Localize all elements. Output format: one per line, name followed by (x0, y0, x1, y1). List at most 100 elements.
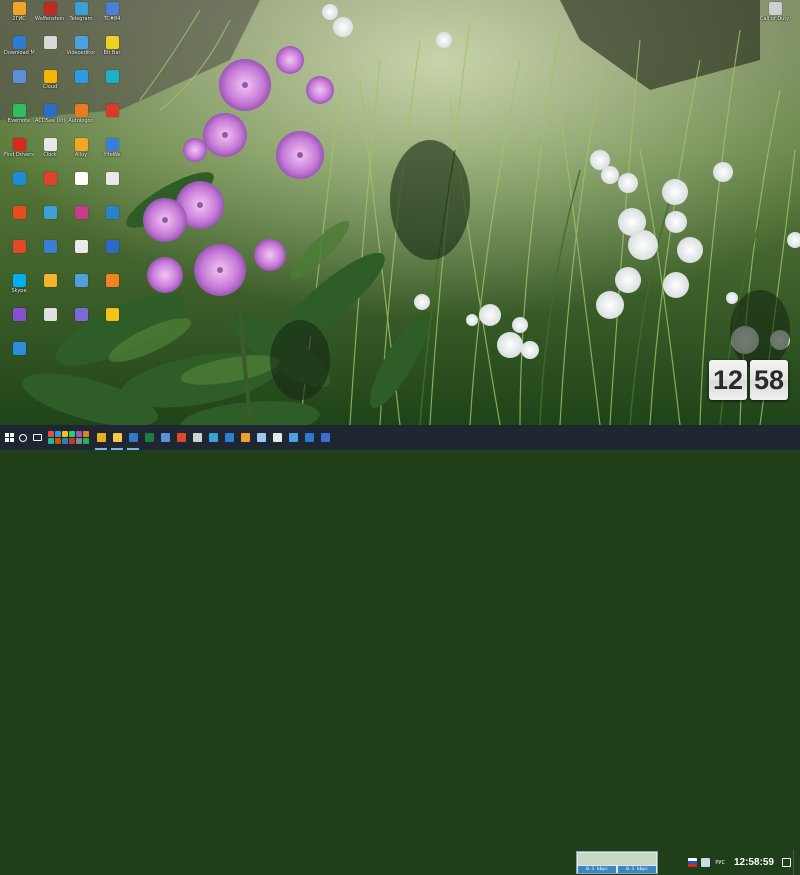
start-button[interactable] (2, 425, 16, 450)
taskbar-app-button[interactable] (301, 425, 317, 450)
desktop-icon[interactable]: TC#84 (97, 2, 127, 36)
app-icon (74, 308, 88, 321)
show-desktop-button[interactable] (793, 850, 800, 875)
app-icon (74, 274, 88, 287)
taskbar-app-button[interactable] (141, 425, 157, 450)
desktop-icon[interactable]: Alloy (66, 138, 96, 172)
app-icon (43, 308, 57, 321)
desktop-icon[interactable]: Cloud (35, 70, 65, 104)
app-icon (74, 2, 88, 15)
taskbar-app-button[interactable] (173, 425, 189, 450)
desktop-icon[interactable] (66, 308, 96, 342)
taskbar-app-button[interactable] (317, 425, 333, 450)
quick-launch-icon[interactable] (69, 431, 75, 437)
quick-launch-icon[interactable] (48, 431, 54, 437)
desktop-icon[interactable] (35, 240, 65, 274)
desktop-icon[interactable] (66, 70, 96, 104)
desktop-icon[interactable] (4, 70, 34, 104)
search-button[interactable] (16, 425, 30, 450)
app-icon (105, 2, 119, 15)
desktop-icon[interactable] (66, 240, 96, 274)
taskbar-app-button[interactable] (253, 425, 269, 450)
quick-launch-icon[interactable] (76, 431, 82, 437)
search-icon (19, 433, 27, 442)
desktop-icon[interactable] (35, 308, 65, 342)
taskbar-app-button[interactable] (205, 425, 221, 450)
desktop-icon[interactable]: Bit Bar (97, 36, 127, 70)
app-icon (12, 104, 26, 117)
taskbar-app-button[interactable] (237, 425, 253, 450)
quick-launch-icon[interactable] (83, 438, 89, 444)
desktop-icon[interactable] (97, 104, 127, 138)
explorer-icon (112, 433, 122, 442)
desktop-icon[interactable] (35, 36, 65, 70)
taskbar-app-button[interactable] (221, 425, 237, 450)
desktop-icon[interactable]: Videoeditor (66, 36, 96, 70)
desktop-icon[interactable]: Telegram (66, 2, 96, 36)
desktop-icon[interactable] (97, 206, 127, 240)
desktop-icon[interactable] (97, 172, 127, 206)
desktop-icon[interactable] (66, 274, 96, 308)
desktop-icon[interactable] (35, 274, 65, 308)
quick-launch-icon[interactable] (62, 431, 68, 437)
taskbar-app-button[interactable] (109, 425, 125, 450)
upload-rate: 0.1 kbps (618, 866, 656, 873)
desktop-icon[interactable] (4, 240, 34, 274)
desktop-icon[interactable] (35, 172, 65, 206)
app-icon (74, 138, 88, 151)
desktop-icon[interactable] (97, 274, 127, 308)
notification-icon[interactable] (782, 858, 791, 867)
app-icon (12, 172, 26, 185)
task-view-button[interactable] (30, 425, 44, 450)
app-icon (105, 36, 119, 49)
quick-launch-icon[interactable] (48, 438, 54, 444)
chrome-icon (96, 433, 106, 442)
desktop-icon[interactable]: Evernote (4, 104, 34, 138)
quick-launch-icon[interactable] (55, 431, 61, 437)
desktop-icon[interactable]: Clock (35, 138, 65, 172)
desktop-icon[interactable] (97, 70, 127, 104)
taskbar-app-button[interactable] (93, 425, 109, 450)
taskbar-app-button[interactable] (285, 425, 301, 450)
desktop-icon[interactable]: ACDSee Ultimate (35, 104, 65, 138)
taskbar: 0.1 kbps 0.1 kbps РУС 12:58:59 (0, 425, 800, 875)
quick-launch-icon[interactable] (76, 438, 82, 444)
taskbar-app-button[interactable] (157, 425, 173, 450)
desktop-icon-label: Alloy (74, 152, 88, 158)
desktop-icon[interactable]: Skype (4, 274, 34, 308)
language-indicator[interactable]: РУС (715, 860, 725, 866)
desktop-icon[interactable] (97, 308, 127, 342)
app-icon (12, 36, 26, 49)
quick-launch-icon[interactable] (83, 431, 89, 437)
taskbar-app-button[interactable] (189, 425, 205, 450)
desktop-icon[interactable] (4, 172, 34, 206)
desktop-icon[interactable] (35, 206, 65, 240)
app-icon (176, 433, 186, 442)
desktop-icon[interactable] (4, 308, 34, 342)
flag-icon[interactable] (688, 858, 698, 867)
app-icon (144, 433, 154, 442)
desktop-icon[interactable] (66, 206, 96, 240)
quick-launch-icon[interactable] (62, 438, 68, 444)
quick-launch-icon[interactable] (55, 438, 61, 444)
desktop-icon[interactable] (4, 206, 34, 240)
desktop-icon[interactable] (4, 342, 34, 376)
taskbar-app-button[interactable] (269, 425, 285, 450)
desktop-icon[interactable]: Find Drivers (4, 138, 34, 172)
volume-icon[interactable] (701, 858, 711, 867)
app-icon (105, 70, 119, 83)
network-meter-graph (578, 853, 656, 865)
desktop-icon[interactable] (97, 240, 127, 274)
desktop-icon[interactable]: Download Master (4, 36, 34, 70)
desktop-icon[interactable] (66, 172, 96, 206)
taskbar-app-list (93, 425, 333, 450)
desktop-icon-call-of-duty-ghosts[interactable]: Call of Duty Ghosts (760, 2, 790, 36)
quick-launch-icon[interactable] (69, 438, 75, 444)
taskbar-clock[interactable]: 12:58:59 (734, 857, 774, 868)
desktop-icon[interactable]: Autologon (66, 104, 96, 138)
desktop-icon[interactable]: Wolfenstein The New (35, 2, 65, 36)
taskbar-app-button[interactable] (125, 425, 141, 450)
desktop-icon[interactable]: 2ГИС (4, 2, 34, 36)
desktop-icon[interactable]: YiteWe (97, 138, 127, 172)
desktop-icon-label: Cloud (42, 84, 58, 90)
